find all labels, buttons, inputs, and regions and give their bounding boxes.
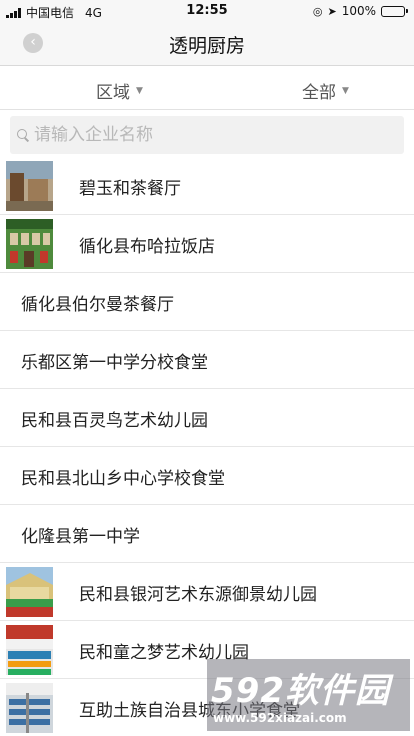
all-filter-dropdown[interactable]: 全部 ▼ — [302, 78, 349, 103]
restaurant-name: 碧玉和茶餐厅 — [79, 179, 181, 199]
caret-down-icon: ▼ — [136, 85, 143, 96]
restaurant-thumbnail — [6, 625, 53, 675]
restaurant-name: 民和县百灵鸟艺术幼儿园 — [21, 411, 208, 431]
search-bar — [0, 110, 414, 160]
watermark-url: www.592xiazai.com — [213, 711, 347, 725]
location-arrow-icon: ➤ — [327, 4, 337, 18]
search-icon — [16, 128, 30, 142]
area-filter-label: 区域 — [96, 83, 130, 103]
list-item[interactable]: 化隆县第一中学 — [0, 505, 414, 563]
area-filter-dropdown[interactable]: 区域 ▼ — [96, 78, 143, 103]
list-item[interactable]: 碧玉和茶餐厅 — [0, 157, 414, 215]
watermark-logo: 592软件园 — [211, 671, 390, 711]
status-right: ◎ ➤ 100% — [313, 4, 408, 18]
battery-percent: 100% — [341, 4, 376, 18]
status-bar: 中国电信 4G 12:55 ◎ ➤ 100% — [0, 0, 414, 22]
watermark: 592软件园 www.592xiazai.com — [207, 659, 410, 731]
restaurant-name: 民和县北山乡中心学校食堂 — [21, 469, 225, 489]
list-item[interactable]: 循化县伯尔曼茶餐厅 — [0, 273, 414, 331]
battery-icon — [381, 5, 408, 17]
search-box[interactable] — [10, 116, 404, 154]
restaurant-thumbnail — [6, 219, 53, 269]
restaurant-thumbnail — [6, 161, 53, 211]
restaurant-list: 碧玉和茶餐厅循化县布哈拉饭店循化县伯尔曼茶餐厅乐都区第一中学分校食堂 民和县百灵鸟… — [0, 157, 414, 736]
list-item[interactable]: 循化县布哈拉饭店 — [0, 215, 414, 273]
restaurant-thumbnail — [6, 567, 53, 617]
list-item[interactable]: 民和县百灵鸟艺术幼儿园 — [0, 389, 414, 447]
restaurant-name: 循化县伯尔曼茶餐厅 — [21, 295, 174, 315]
list-item[interactable]: 民和县北山乡中心学校食堂 — [0, 447, 414, 505]
nav-bar: ‹ 透明厨房 — [0, 22, 414, 66]
restaurant-name: 循化县布哈拉饭店 — [79, 237, 215, 257]
list-item[interactable]: 民和县银河艺术东源御景幼儿园 — [0, 563, 414, 621]
search-input[interactable] — [34, 125, 394, 145]
filter-bar: 区域 ▼ 全部 ▼ — [0, 67, 414, 110]
list-item[interactable]: 乐都区第一中学分校食堂 — [0, 331, 414, 389]
restaurant-name: 乐都区第一中学分校食堂 — [21, 353, 208, 373]
page-title: 透明厨房 — [168, 35, 245, 57]
caret-down-icon: ▼ — [342, 85, 349, 96]
restaurant-name: 化隆县第一中学 — [21, 527, 140, 547]
orientation-lock-icon: ◎ — [312, 4, 323, 18]
restaurant-name: 民和县银河艺术东源御景幼儿园 — [79, 585, 317, 605]
restaurant-thumbnail — [6, 683, 53, 733]
all-filter-label: 全部 — [302, 83, 336, 103]
